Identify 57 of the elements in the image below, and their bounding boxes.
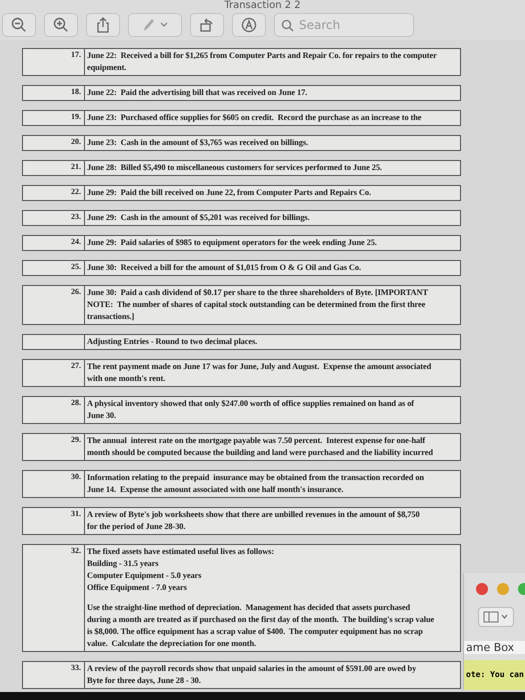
entry-number: 17.	[71, 50, 81, 59]
entry-number: 27.	[71, 361, 81, 370]
entry-text: A review of Byte's job worksheets show that there are unbilled revenues in the amount of $8,750 for the period of June 28-30.	[87, 509, 421, 533]
zoom-in-icon	[53, 17, 69, 33]
window-title: Transaction 2 2	[223, 0, 302, 11]
entry-number: 32.	[71, 546, 81, 555]
chevron-down-icon	[159, 21, 169, 29]
pen-icon	[141, 17, 155, 33]
entry-number: 21.	[71, 162, 81, 171]
rotate-button[interactable]	[190, 13, 224, 37]
entry-number: 26.	[71, 287, 81, 296]
section-heading: Adjusting Entries - Round to two decimal places.	[87, 336, 258, 348]
entry-text: June 22: Received a bill for $1,265 from Computer Parts and Repair Co. for repairs to the computer equipment.	[87, 50, 438, 74]
entry-number: 20.	[71, 137, 81, 146]
entry-number: 23.	[71, 212, 81, 221]
zoom-out-button[interactable]	[2, 13, 36, 37]
entry-number: 24.	[71, 237, 81, 246]
entry-text: The fixed assets have estimated useful lives as follows:	[87, 546, 276, 558]
entry-number: 18.	[71, 87, 81, 96]
entry-text: A physical inventory showed that only $247.00 worth of office supplies remained on hand as of June 30.	[87, 398, 416, 422]
note-text: ote: You can	[466, 670, 524, 679]
entry-text: June 29: Cash in the amount of $5,201 was received for billings.	[87, 212, 311, 224]
zoom-out-icon	[11, 17, 27, 33]
entry-text: June 29: Paid salaries of $985 to equipment operators for the week ending June 25.	[87, 237, 378, 249]
name-box-label: ame Box	[464, 641, 525, 654]
entry-number: 29.	[71, 435, 81, 444]
entry-text: June 28: Billed $5,490 to miscellaneous customers for services performed to June 25.	[87, 162, 383, 174]
entry-text: Building - 31.5 years	[87, 558, 160, 570]
entry-number: 28.	[71, 398, 81, 407]
share-button[interactable]	[86, 13, 120, 37]
entry-number: 25.	[71, 262, 81, 271]
entry-number: 33.	[71, 663, 81, 672]
search-field[interactable]: Search	[274, 13, 414, 37]
entry-text: Information relating to the prepaid insurance may be obtained from the transaction recorded on June 14. Expense the amount associated with one half month's insurance.	[87, 472, 425, 496]
entry-text: Office Equipment - 7.0 years	[87, 582, 188, 594]
entry-text: June 22: Paid the advertising bill that was received on June 17.	[87, 87, 308, 99]
entry-number: 30.	[71, 472, 81, 481]
markup-button[interactable]	[232, 13, 266, 37]
entry-number: 31.	[71, 509, 81, 518]
entry-text: June 23: Purchased office supplies for $605 on credit. Record the purchase as an increase to the	[87, 112, 422, 124]
share-icon	[96, 17, 110, 33]
entry-text: June 30: Received a bill for the amount of $1,015 from O & G Oil and Gas Co.	[87, 262, 362, 274]
zoom-in-button[interactable]	[44, 13, 78, 37]
sidebar-toggle-button[interactable]	[478, 607, 514, 627]
rotate-icon	[199, 17, 215, 33]
entry-text: Use the straight-line method of depreciation. Management has decided that assets purchased during a month are treated as if purchased on the first day of the month. The building's scrap value is $8,000. The office equipment has a scrap value of $400. The computer equipment has no scrap value. Calculate the depreciation for one month.	[87, 602, 436, 650]
close-window-button[interactable]	[476, 583, 488, 595]
sidebar-icon	[483, 611, 509, 623]
entry-text: The rent payment made on June 17 was for June, July and August. Expense the amount associated with one month's rent.	[87, 361, 432, 385]
entry-text: June 23: Cash in the amount of $3,765 was received on billings.	[87, 137, 309, 149]
entry-number: 19.	[71, 112, 81, 121]
entry-text: The annual interest rate on the mortgage payable was 7.50 percent. Interest expense for one-half month should be computed because the building and land were purchased and the liability incurred	[87, 435, 434, 459]
entry-text: June 29: Paid the bill received on June 22, from Computer Parts and Repairs Co.	[87, 187, 372, 199]
entry-text: Computer Equipment - 5.0 years	[87, 570, 202, 582]
entry-text: A review of the payroll records show that unpaid salaries in the amount of $591.00 are owed by Byte for three days, June 28 - 30.	[87, 663, 418, 687]
entry-number: 22.	[71, 187, 81, 196]
entry-text: June 30: Paid a cash dividend of $0.17 per share to the three shareholders of Byte. [IMPORTANT NOTE: The number of shares of capital stock outstanding can be determined from the first three transactions.]	[87, 287, 429, 323]
